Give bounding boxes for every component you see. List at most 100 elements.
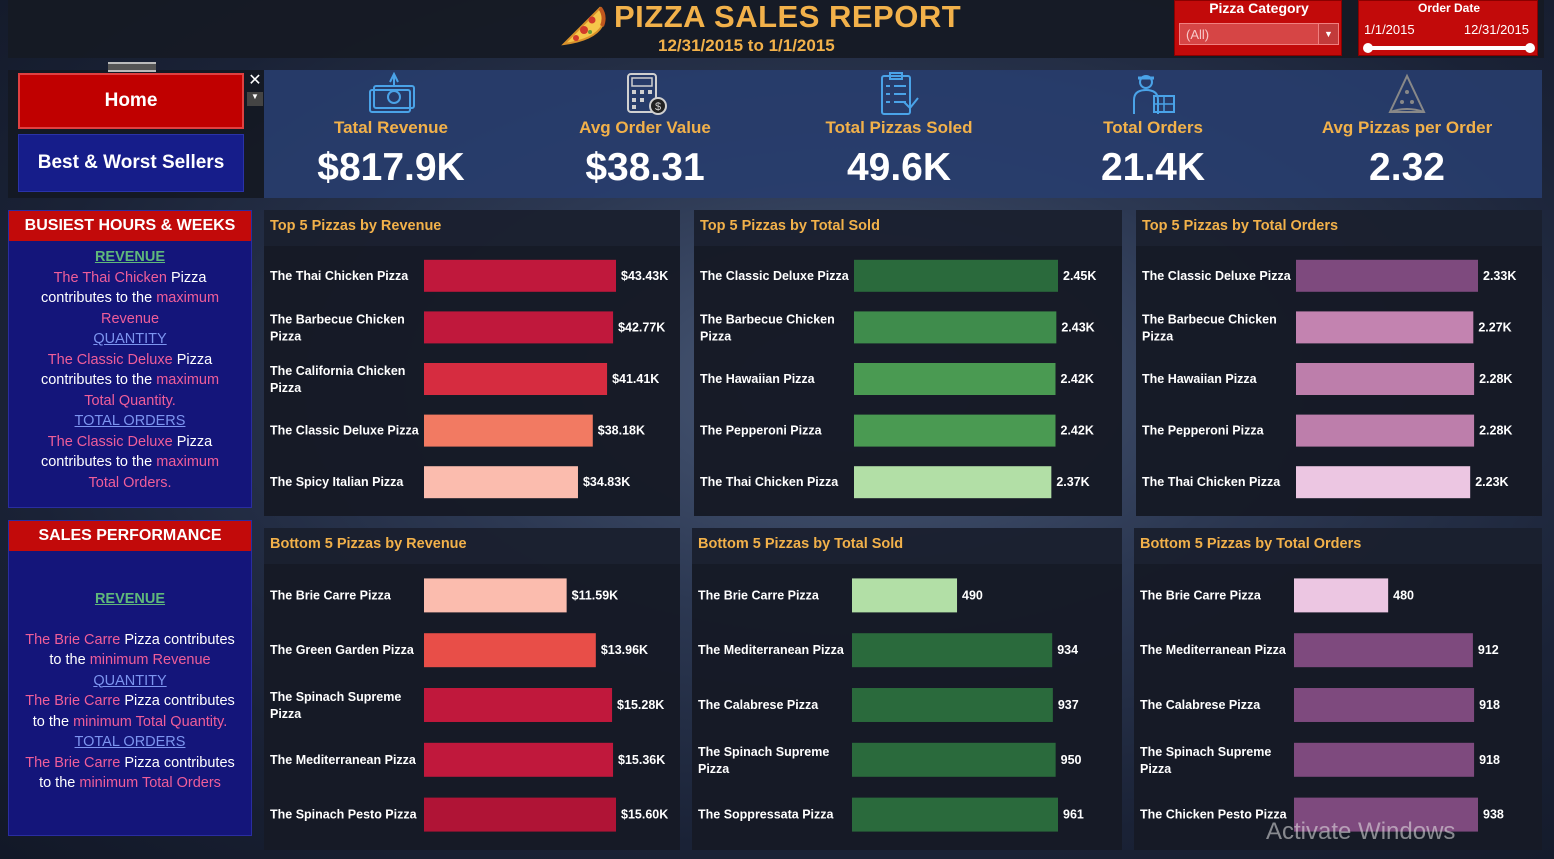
category-label: The Spicy Italian Pizza — [270, 475, 404, 489]
chevron-down-icon[interactable]: ▼ — [247, 92, 263, 106]
bar[interactable] — [1296, 466, 1471, 499]
text: contributes to the — [40, 454, 153, 470]
data-label: $34.83K — [583, 475, 630, 489]
bar[interactable] — [852, 578, 958, 613]
data-label: 490 — [962, 588, 983, 602]
chart-top5-revenue: Top 5 Pizzas by Revenue The Thai Chicken… — [264, 210, 680, 516]
text: minimum Total Orders — [79, 775, 221, 791]
chart-plot: The Classic Deluxe Pizza 2.33KThe Barbecu… — [1136, 246, 1542, 516]
pizza-name: The Brie Carre — [25, 693, 121, 709]
bar[interactable] — [424, 578, 567, 613]
bar[interactable] — [852, 797, 1058, 832]
close-icon[interactable]: ✕ — [247, 72, 263, 90]
filter-label: Pizza Category — [1209, 0, 1309, 16]
kpi-total-revenue: Tatal Revenue $817.9K — [264, 70, 518, 198]
data-label: 2.27K — [1478, 320, 1511, 334]
report-header: PIZZA SALES REPORT 12/31/2015 to 1/1/201… — [560, 0, 961, 58]
quantity-heading: QUANTITY — [93, 672, 167, 689]
sales-text: REVENUE The Brie Carre Pizza contributes… — [9, 551, 251, 794]
bar[interactable] — [852, 633, 1053, 668]
bar[interactable] — [424, 466, 578, 499]
bar[interactable] — [1294, 742, 1475, 777]
filter-label: Order Date — [1417, 1, 1481, 15]
bar[interactable] — [1296, 414, 1475, 447]
best-worst-sellers-button[interactable]: Best & Worst Sellers — [18, 134, 244, 192]
category-label: The Calabrese Pizza — [698, 698, 819, 712]
bar[interactable] — [1294, 578, 1389, 613]
bar[interactable] — [424, 259, 616, 292]
bar[interactable] — [424, 414, 593, 447]
text: Total Quantity. — [84, 392, 176, 409]
category-label: The Pepperoni Pizza — [700, 424, 823, 438]
kpi-avg-pizzas-per-order: Avg Pizzas per Order 2.32 — [1280, 70, 1534, 198]
data-label: 2.42K — [1061, 372, 1094, 386]
bar[interactable] — [1296, 259, 1478, 292]
data-label: 938 — [1483, 808, 1504, 822]
text: contributes to the — [40, 290, 153, 306]
date-range-slider[interactable] — [1363, 43, 1535, 53]
data-label: 480 — [1393, 588, 1414, 602]
busiest-hours-panel: BUSIEST HOURS & WEEKS REVENUE The Thai C… — [8, 210, 252, 508]
category-label: The Green Garden Pizza — [270, 643, 415, 657]
calculator-icon: $ — [627, 73, 667, 115]
text: Pizza — [172, 433, 213, 450]
category-label: The Pepperoni Pizza — [1142, 424, 1265, 438]
bar[interactable] — [854, 466, 1052, 499]
category-select[interactable]: (All) ▼ — [1179, 23, 1339, 45]
text: Pizza — [166, 269, 207, 286]
bar[interactable] — [424, 311, 614, 344]
pizza-name: The Classic Deluxe — [47, 433, 173, 450]
chart-bottom5-total-sold: Bottom 5 Pizzas by Total Sold The Brie C… — [692, 528, 1122, 850]
kpi-label: Avg Pizzas per Order — [1321, 118, 1493, 137]
text: contributes to the — [40, 372, 153, 388]
bar[interactable] — [424, 688, 613, 722]
pizza-name: The Brie Carre — [25, 631, 121, 648]
bar[interactable] — [854, 363, 1056, 395]
bar[interactable] — [424, 742, 614, 777]
bar[interactable] — [1296, 363, 1475, 395]
bar[interactable] — [854, 311, 1057, 344]
text: to the — [39, 775, 76, 791]
sales-performance-panel: SALES PERFORMANCE REVENUE The Brie Carre… — [8, 520, 252, 836]
drag-handle[interactable] — [108, 62, 156, 72]
data-label: 2.28K — [1479, 424, 1512, 438]
pizza-name: The Brie Carre — [25, 754, 121, 771]
chart-bottom5-revenue: Bottom 5 Pizzas by Revenue The Brie Carr… — [264, 528, 680, 850]
revenue-heading: REVENUE — [94, 249, 166, 265]
text: minimum Total Quantity. — [73, 713, 228, 730]
data-label: $43.43K — [621, 269, 668, 283]
bar[interactable] — [1294, 633, 1473, 668]
text: Pizza contributes — [120, 631, 235, 648]
bar[interactable] — [852, 742, 1056, 777]
category-label: The Calabrese Pizza — [1140, 698, 1261, 712]
text: to the — [49, 652, 86, 668]
home-button[interactable]: Home — [18, 73, 244, 129]
text: Pizza contributes — [120, 754, 235, 771]
bar[interactable] — [1294, 688, 1475, 722]
slider-handle-end[interactable] — [1525, 43, 1535, 53]
data-label: $42.77K — [618, 320, 665, 334]
data-label: 918 — [1479, 698, 1500, 712]
text: to the — [32, 713, 70, 730]
bar[interactable] — [1296, 311, 1474, 344]
chevron-down-icon[interactable]: ▼ — [1318, 24, 1338, 44]
data-label: 961 — [1063, 808, 1084, 822]
pizza-name: The Classic Deluxe — [47, 351, 173, 368]
data-label: $15.28K — [617, 698, 664, 712]
bar[interactable] — [854, 259, 1058, 292]
bar[interactable] — [424, 797, 616, 832]
kpi-avg-order-value: $ Avg Order Value $38.31 — [518, 70, 772, 198]
date-end: 12/31/2015 — [1463, 22, 1529, 37]
kpi-label: Total Pizzas Soled — [825, 118, 973, 137]
busiest-text: REVENUE The Thai Chicken Pizza contribut… — [9, 241, 251, 493]
bar[interactable] — [424, 363, 608, 395]
bar[interactable] — [424, 633, 596, 668]
bar[interactable] — [852, 688, 1053, 722]
date-start: 1/1/2015 — [1364, 22, 1415, 37]
slider-handle-start[interactable] — [1363, 43, 1373, 53]
category-label: The Classic Deluxe Pizza — [1142, 269, 1292, 283]
page-title: PIZZA SALES REPORT — [614, 0, 962, 34]
kpi-value: 2.32 — [1369, 146, 1445, 189]
bar[interactable] — [854, 414, 1056, 447]
kpi-value: $817.9K — [317, 146, 465, 189]
